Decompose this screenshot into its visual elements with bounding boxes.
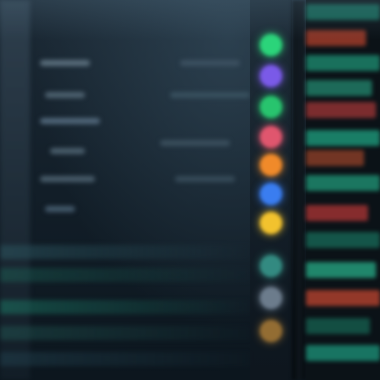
highlighted-code-row	[0, 300, 250, 314]
code-line	[40, 118, 100, 124]
gray-status-dot-icon[interactable]	[260, 287, 282, 309]
code-highlight-bar	[306, 232, 380, 248]
orange-status-dot-icon[interactable]	[260, 154, 282, 176]
green-status-dot-icon[interactable]	[260, 34, 282, 56]
blurred-dashboard-screen	[0, 0, 380, 380]
highlighted-code-row	[0, 245, 250, 259]
code-highlight-bar	[306, 4, 380, 20]
yellow-status-dot-icon[interactable]	[260, 212, 282, 234]
highlighted-code-row	[0, 326, 250, 340]
code-highlight-bar	[306, 318, 370, 334]
teal-status-dot-icon[interactable]	[260, 255, 282, 277]
line-number-gutter	[0, 0, 30, 380]
editor-pane	[0, 0, 250, 380]
highlighted-code-row	[0, 352, 250, 366]
code-line	[50, 148, 85, 154]
code-highlight-bar	[306, 130, 380, 146]
code-highlight-bar	[306, 345, 380, 361]
status-dot-column	[250, 0, 292, 380]
blue-status-dot-icon[interactable]	[260, 183, 282, 205]
code-highlight-bar	[306, 55, 380, 71]
green-status-dot-icon[interactable]	[260, 96, 282, 118]
code-line	[45, 206, 75, 212]
code-highlight-bar	[306, 262, 376, 278]
code-highlight-bar	[306, 102, 376, 118]
code-highlight-bar	[306, 290, 380, 306]
code-highlight-bar	[306, 80, 372, 96]
code-line	[40, 176, 95, 182]
code-highlight-bar	[306, 175, 380, 191]
amber-status-dot-icon[interactable]	[260, 320, 282, 342]
code-line	[175, 176, 235, 182]
code-line	[45, 92, 85, 98]
code-highlight-bar	[306, 205, 368, 221]
code-line	[160, 140, 230, 146]
pane-divider[interactable]	[292, 0, 306, 380]
right-code-panel	[306, 0, 380, 380]
code-highlight-bar	[306, 30, 366, 46]
highlighted-code-row	[0, 268, 250, 282]
code-line	[40, 60, 90, 66]
red-status-dot-icon[interactable]	[260, 126, 282, 148]
code-line	[170, 92, 250, 98]
purple-status-dot-icon[interactable]	[260, 65, 282, 87]
code-line	[180, 60, 240, 66]
code-highlight-bar	[306, 150, 364, 166]
